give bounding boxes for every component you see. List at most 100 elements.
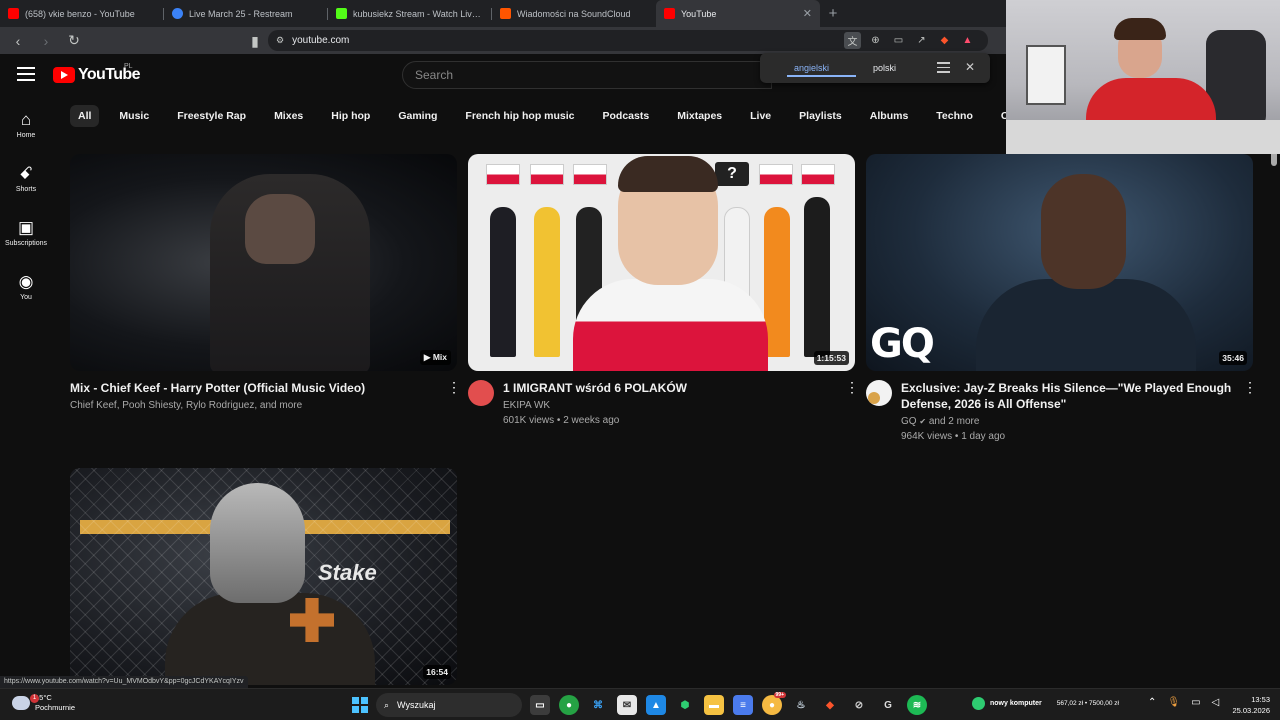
volume-icon[interactable]: ◁ — [1212, 697, 1220, 708]
shield-app-icon[interactable]: ⬢ — [675, 695, 695, 715]
video-title[interactable]: Mix - Chief Keef - Harry Potter (Officia… — [70, 380, 438, 396]
steam-icon[interactable]: ♨ — [791, 695, 811, 715]
chip-french-hip-hop[interactable]: French hip hop music — [457, 105, 582, 127]
chip-counter-strike[interactable]: Counter-Strike: — [993, 105, 1006, 127]
video-channel[interactable]: GQ — [901, 416, 917, 427]
chat-app-icon[interactable]: ● 99+ — [762, 692, 786, 715]
video-title[interactable]: 1 IMIGRANT wśród 6 POLAKÓW — [503, 380, 836, 396]
g-app-icon[interactable]: G — [878, 695, 898, 715]
translate-options-icon[interactable] — [937, 62, 950, 76]
chip-live[interactable]: Live — [742, 105, 779, 127]
price-widget[interactable]: nowy komputer 567,02 zł • 7500,00 zł — [972, 697, 1119, 710]
country-code: PL — [124, 63, 133, 70]
chevron-up-icon[interactable]: ⌃ — [1148, 697, 1156, 708]
more-options-icon[interactable]: ⋮ — [845, 380, 859, 428]
chip-hip-hop[interactable]: Hip hop — [323, 105, 378, 127]
translate-target-language[interactable]: polski — [856, 53, 913, 83]
app-green-icon[interactable]: ● — [559, 695, 579, 715]
video-card[interactable]: ? 1:15:53 1 IMIGRANT wśród 6 POLAKÓW EKI… — [468, 154, 859, 428]
video-stats: 601K views • 2 weeks ago — [503, 415, 620, 426]
video-channel[interactable]: EKIPA WK — [503, 398, 836, 413]
site-settings-icon[interactable]: ⚙ — [276, 35, 284, 46]
close-tab-icon[interactable]: ✕ — [803, 7, 812, 20]
channel-avatar[interactable] — [866, 380, 892, 406]
chip-music[interactable]: Music — [111, 105, 157, 127]
mail-icon[interactable]: ✉ — [617, 695, 637, 715]
notes-icon[interactable]: ≡ — [733, 695, 753, 715]
more-options-icon[interactable]: ⋮ — [1243, 380, 1257, 444]
vscode-icon[interactable]: ⌘ — [588, 695, 608, 715]
webcam-overlay — [1006, 0, 1280, 154]
video-text: Mix - Chief Keef - Harry Potter (Officia… — [70, 380, 438, 413]
forward-icon[interactable]: › — [36, 31, 56, 51]
video-card[interactable]: Stake 16:54 — [70, 468, 457, 685]
guide-item-subscriptions[interactable]: ▣ Subscriptions — [0, 206, 52, 260]
chip-gaming[interactable]: Gaming — [390, 105, 445, 127]
translate-source-language[interactable]: angielski — [777, 53, 857, 83]
video-thumbnail[interactable]: GQ 35:46 — [866, 154, 1253, 371]
youtube-favicon-icon — [664, 8, 675, 19]
video-thumbnail[interactable]: ▶ Mix — [70, 154, 457, 371]
bookmark-icon[interactable]: ▮ — [245, 31, 265, 51]
thumbnail-helmet — [210, 483, 305, 603]
clock[interactable]: 13:53 25.03.2026 — [1232, 694, 1270, 716]
brave-icon[interactable]: ◆ — [820, 695, 840, 715]
recorder-icon[interactable]: ⊘ — [849, 695, 869, 715]
more-options-icon[interactable]: ⋮ — [447, 380, 461, 413]
translate-icon[interactable]: 文 — [844, 32, 861, 49]
browser-tab-active[interactable]: YouTube ✕ — [656, 0, 820, 27]
browser-tab[interactable]: Live March 25 - Restream — [164, 0, 328, 27]
video-card[interactable]: GQ 35:46 Exclusive: Jay-Z Breaks His Sil… — [866, 154, 1257, 444]
guide-item-home[interactable]: ⌂ Home — [0, 98, 52, 152]
back-icon[interactable]: ‹ — [8, 31, 28, 51]
chip-playlists[interactable]: Playlists — [791, 105, 850, 127]
search-input[interactable]: Search — [402, 61, 772, 89]
filter-chips: All Music Freestyle Rap Mixes Hip hop Ga… — [70, 105, 1006, 127]
share-icon[interactable]: ↗ — [913, 32, 930, 49]
guide-item-you[interactable]: ◉ You — [0, 260, 52, 314]
new-tab-button[interactable]: + — [820, 0, 846, 27]
guide-item-shorts[interactable]: ꗃ Shorts — [0, 152, 52, 206]
video-thumbnail[interactable]: ? 1:15:53 — [468, 154, 855, 371]
video-thumbnail[interactable]: Stake 16:54 — [70, 468, 457, 685]
video-channel-extra[interactable]: and 2 more — [929, 416, 980, 427]
video-channel[interactable]: Chief Keef, Pooh Shiesty, Rylo Rodriguez… — [70, 398, 438, 413]
close-icon[interactable]: ✕ — [965, 60, 975, 74]
zoom-icon[interactable]: ⊕ — [867, 32, 884, 49]
video-meta: Exclusive: Jay-Z Breaks His Silence—"We … — [866, 380, 1257, 444]
photos-icon[interactable]: ▲ — [646, 695, 666, 715]
system-tray: ⌃ 🎙 ▭ ◁ — [1148, 697, 1219, 708]
start-button[interactable] — [352, 697, 368, 713]
chip-podcasts[interactable]: Podcasts — [595, 105, 658, 127]
weather-widget[interactable]: 1 15°C Pochmurnie — [12, 693, 75, 713]
channel-avatar[interactable] — [468, 380, 494, 406]
browser-tab[interactable]: Wiadomości na SoundCloud — [492, 0, 656, 27]
brave-rewards-icon[interactable]: ▲ — [959, 32, 976, 49]
chip-albums[interactable]: Albums — [862, 105, 917, 127]
brave-shields-icon[interactable]: ◆ — [936, 32, 953, 49]
chip-mixtapes[interactable]: Mixtapes — [669, 105, 730, 127]
display-icon[interactable]: ▭ — [1191, 697, 1200, 708]
browser-tab[interactable]: kubusiekz Stream - Watch Live on Ki — [328, 0, 492, 27]
chip-freestyle-rap[interactable]: Freestyle Rap — [169, 105, 254, 127]
browser-tab[interactable]: (658) vkie benzo - YouTube — [0, 0, 164, 27]
chip-mixes[interactable]: Mixes — [266, 105, 311, 127]
menu-icon[interactable] — [17, 67, 35, 81]
video-card[interactable]: ▶ Mix Mix - Chief Keef - Harry Potter (O… — [70, 154, 461, 413]
chip-techno[interactable]: Techno — [928, 105, 981, 127]
widget-label: nowy komputer — [990, 700, 1042, 707]
file-explorer-icon[interactable]: ▬ — [704, 695, 724, 715]
taskbar-search[interactable]: ⌕ Wyszukaj — [376, 693, 522, 717]
address-text[interactable]: youtube.com — [292, 35, 349, 46]
cast-icon[interactable]: ▭ — [890, 32, 907, 49]
task-view-icon[interactable]: ▭ — [530, 695, 550, 715]
poland-flag-icon — [530, 164, 564, 185]
home-icon: ⌂ — [20, 110, 32, 129]
spotify-icon[interactable]: ≋ — [907, 695, 927, 715]
video-title[interactable]: Exclusive: Jay-Z Breaks His Silence—"We … — [901, 380, 1234, 412]
reload-icon[interactable]: ↻ — [64, 31, 84, 51]
microphone-icon[interactable]: 🎙 — [1167, 697, 1180, 708]
restream-favicon-icon — [172, 8, 183, 19]
chip-all[interactable]: All — [70, 105, 100, 127]
address-bar[interactable]: ⚙ youtube.com 文 ⊕ ▭ ↗ ◆ ▲ — [268, 30, 988, 51]
